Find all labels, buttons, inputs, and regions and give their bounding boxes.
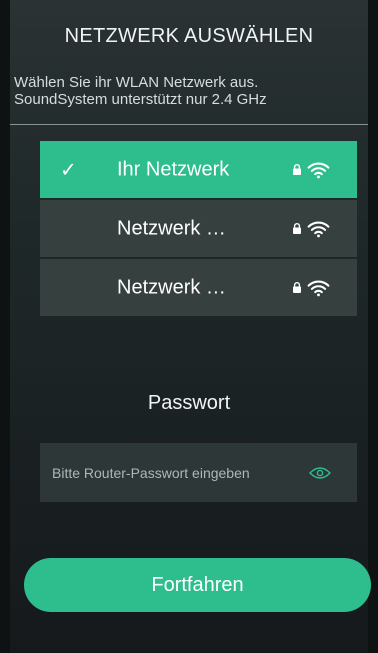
network-status-icons xyxy=(292,161,330,178)
password-label: Passwort xyxy=(147,392,231,414)
network-status-icons xyxy=(292,220,330,237)
wifi-icon xyxy=(307,221,330,237)
checkmark-icon: ✓ xyxy=(60,159,77,181)
wifi-icon xyxy=(307,162,330,178)
network-name: Ihr Netzwerk xyxy=(117,158,230,180)
header-divider xyxy=(10,124,368,125)
network-status-icons xyxy=(292,279,330,296)
network-item[interactable]: Netzwerk … xyxy=(40,200,357,257)
page-title: NETZWERK AUSWÄHLEN xyxy=(64,24,314,47)
wifi-setup-screen: NETZWERK AUSWÄHLEN Wählen Sie ihr WLAN N… xyxy=(0,0,378,653)
lock-icon xyxy=(293,223,301,234)
network-list: ✓ Ihr Netzwerk Netzwerk … Netzwerk … xyxy=(40,141,357,318)
left-frame-edge xyxy=(0,0,10,653)
lock-icon xyxy=(293,164,301,175)
continue-button[interactable]: Fortfahren xyxy=(24,558,371,612)
instructions-line-1: Wählen Sie ihr WLAN Netzwerk aus. xyxy=(14,74,259,91)
lock-icon xyxy=(293,282,301,293)
network-name: Netzwerk … xyxy=(117,217,226,239)
network-item[interactable]: Netzwerk … xyxy=(40,259,357,316)
wifi-icon xyxy=(307,280,330,296)
instructions-text: Wählen Sie ihr WLAN Netzwerk aus. SoundS… xyxy=(14,74,364,108)
right-frame-edge xyxy=(368,0,378,653)
instructions-line-2: SoundSystem unterstützt nur 2.4 GHz xyxy=(14,91,267,108)
password-input[interactable] xyxy=(52,443,307,502)
password-field xyxy=(40,443,357,502)
eye-icon[interactable] xyxy=(309,466,331,480)
network-item-selected[interactable]: ✓ Ihr Netzwerk xyxy=(40,141,357,198)
network-name: Netzwerk … xyxy=(117,276,226,298)
